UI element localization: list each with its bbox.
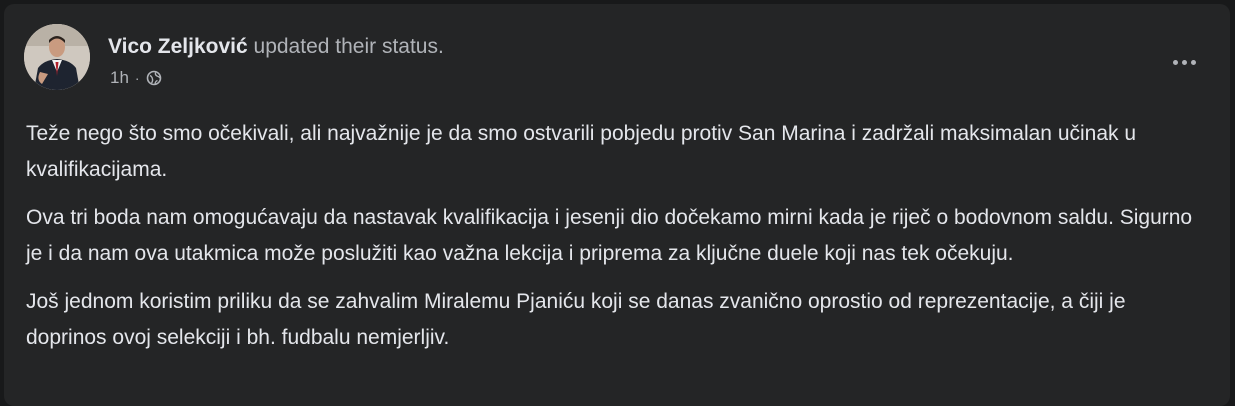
status-post: Vico Zeljković updated their status. 1h … [4, 4, 1230, 406]
post-paragraph: Teže nego što smo očekivali, ali najvažn… [26, 122, 1137, 181]
globe-icon[interactable] [146, 70, 162, 86]
author-name[interactable]: Vico Zeljković [108, 35, 248, 58]
post-meta: 1h · [110, 68, 162, 88]
post-timestamp[interactable]: 1h [110, 68, 129, 88]
post-body: Teže nego što smo očekivali, ali najvažn… [26, 116, 1206, 368]
author-action-text: updated their status. [247, 35, 444, 58]
meta-separator: · [134, 70, 140, 86]
post-paragraph: Ova tri boda nam omogućavaju da nastavak… [26, 206, 1193, 265]
post-header: Vico Zeljković updated their status. [108, 34, 444, 60]
profile-photo [24, 24, 90, 90]
more-horizontal-icon [1172, 59, 1178, 65]
avatar[interactable] [24, 24, 90, 90]
more-horizontal-icon [1181, 59, 1187, 65]
more-horizontal-icon [1190, 59, 1196, 65]
more-options-button[interactable] [1166, 48, 1202, 76]
post-paragraph: Još jednom koristim priliku da se zahval… [26, 290, 1126, 349]
